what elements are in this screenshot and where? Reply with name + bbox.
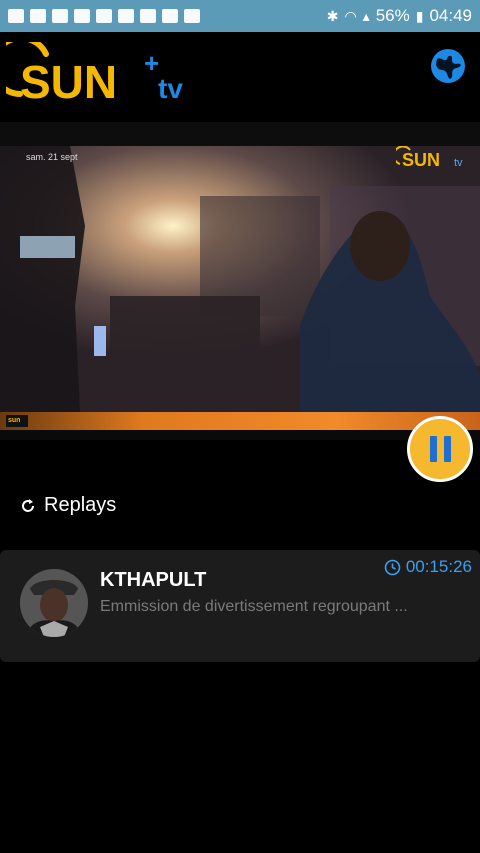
show-avatar xyxy=(20,569,88,637)
battery-icon: ▮ xyxy=(415,7,424,24)
video-overlay-date: sam. 21 sept xyxy=(26,152,78,162)
wifi-icon: ◠ xyxy=(344,7,357,24)
signal-icon: ▴ xyxy=(362,7,370,24)
gallery-icon xyxy=(96,9,112,23)
replays-label: Replays xyxy=(44,494,117,516)
logo-tv: tv xyxy=(158,73,183,104)
logo-plus: + xyxy=(144,48,159,78)
refresh-icon xyxy=(22,498,34,512)
facebook-icon xyxy=(74,9,90,23)
youtube-icon xyxy=(8,9,24,23)
header-separator xyxy=(0,122,480,146)
download-icon xyxy=(140,9,156,23)
logo-text: SUN xyxy=(20,56,117,108)
bluetooth-icon: ✱ xyxy=(326,7,339,24)
app-header: SUN + tv xyxy=(0,32,480,122)
replay-duration-text: 00:15:26 xyxy=(405,557,472,576)
battery-percentage: 56% xyxy=(375,6,410,25)
replay-title: KTHAPULT xyxy=(100,569,207,591)
video-frame[interactable] xyxy=(0,146,480,412)
system-icons: ✱ ◠ ▴ 56% ▮ 04:49 xyxy=(327,6,472,26)
video-lower-third: sun xyxy=(0,412,480,430)
youtube-icon xyxy=(30,9,46,23)
video-logo-text: SUN xyxy=(402,150,440,170)
globe-icon[interactable] xyxy=(429,47,467,85)
pause-icon-bar xyxy=(429,436,437,462)
replay-description: Emmission de divertissement regroupant .… xyxy=(100,598,408,615)
replay-duration: 00:15:26 xyxy=(384,557,472,577)
status-bar: ✱ ◠ ▴ 56% ▮ 04:49 xyxy=(0,0,480,32)
sun-tv-logo: SUN + tv xyxy=(6,42,183,108)
youtube-icon xyxy=(52,9,68,23)
video-lower-logo: sun xyxy=(6,415,28,427)
cart-icon xyxy=(184,9,200,23)
pause-button[interactable] xyxy=(407,416,473,482)
pause-icon-bar xyxy=(443,436,451,462)
replays-header[interactable]: Replays xyxy=(20,494,116,517)
clock-icon xyxy=(384,559,401,575)
download-icon xyxy=(118,9,134,23)
notification-icons xyxy=(8,9,200,23)
clock: 04:49 xyxy=(429,6,472,25)
video-logo-tv: tv xyxy=(454,157,463,169)
replay-card[interactable]: KTHAPULT Emmission de divertissement reg… xyxy=(0,550,480,662)
video-channel-logo: SUN tv xyxy=(396,146,463,170)
mail-icon xyxy=(162,9,178,23)
